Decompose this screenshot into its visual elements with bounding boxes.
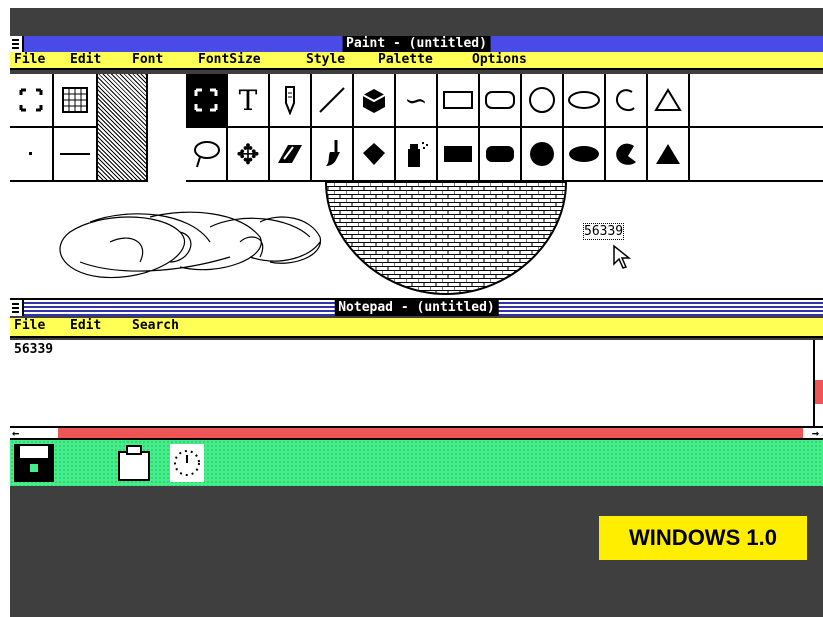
notepad-titlebar[interactable]: Notepad - (untitled)	[10, 300, 823, 316]
filled-polygon-icon[interactable]	[648, 128, 690, 182]
paint-system-menu-icon[interactable]	[10, 36, 24, 52]
line-width-icon[interactable]	[54, 128, 98, 182]
brush-icon[interactable]	[312, 128, 354, 182]
paint-menu-fontsize[interactable]: FontSize	[198, 52, 261, 68]
notepad-menu-search[interactable]: Search	[132, 318, 179, 334]
eraser-icon[interactable]	[270, 128, 312, 182]
canvas-text: 56339	[582, 223, 625, 240]
selection-icon[interactable]	[186, 74, 228, 128]
fill-icon[interactable]	[354, 128, 396, 182]
windows-version-badge: WINDOWS 1.0	[599, 516, 807, 560]
freeform-icon[interactable]	[606, 74, 648, 128]
rectangle-icon[interactable]	[438, 74, 480, 128]
lasso-icon[interactable]	[186, 128, 228, 182]
toolbox-empty-cell	[690, 74, 823, 128]
paint-toolbox: T ∽ ✥	[10, 74, 823, 182]
paint-menu-options[interactable]: Options	[472, 52, 527, 68]
filled-rounded-rect-icon[interactable]	[480, 128, 522, 182]
notepad-menu-file[interactable]: File	[14, 318, 45, 334]
paint-title: Paint - (untitled)	[342, 36, 491, 52]
paint-menu-file[interactable]: File	[14, 52, 45, 68]
paint-menu-palette[interactable]: Palette	[378, 52, 433, 68]
desktop: Paint - (untitled) File Edit Font FontSi…	[10, 8, 823, 617]
move-icon[interactable]: ✥	[228, 128, 270, 182]
notepad-content: 56339	[14, 342, 54, 357]
scroll-left-arrow-icon[interactable]: ←	[12, 426, 19, 440]
rounded-rect-icon[interactable]	[480, 74, 522, 128]
ellipse-icon[interactable]	[564, 74, 606, 128]
curve-icon[interactable]: ∽	[396, 74, 438, 128]
clock-icon[interactable]	[170, 444, 204, 482]
horizontal-scroll-track[interactable]	[58, 428, 803, 438]
paint-menubar: File Edit Font FontSize Style Palette Op…	[10, 52, 823, 70]
icon-area	[10, 440, 823, 486]
vertical-scroll-track[interactable]	[815, 380, 823, 404]
clipboard-icon[interactable]	[116, 444, 152, 482]
dotted-selection-icon[interactable]	[10, 74, 54, 128]
line-icon[interactable]	[312, 74, 354, 128]
notepad-horizontal-scrollbar[interactable]: ← →	[10, 426, 823, 440]
paint-menu-style[interactable]: Style	[306, 52, 345, 68]
filled-freeform-icon[interactable]	[606, 128, 648, 182]
text-icon[interactable]: T	[228, 74, 270, 128]
cube-icon[interactable]	[354, 74, 396, 128]
paint-menu-edit[interactable]: Edit	[70, 52, 101, 68]
notepad-menu-edit[interactable]: Edit	[70, 318, 101, 334]
notepad-text-area[interactable]: 56339	[10, 340, 815, 426]
filled-ellipse-icon[interactable]	[564, 128, 606, 182]
pattern-swatch-icon[interactable]	[54, 74, 98, 128]
notepad-system-menu-icon[interactable]	[10, 300, 24, 316]
disk-icon[interactable]	[14, 444, 54, 482]
notepad-vertical-scrollbar[interactable]	[813, 340, 823, 426]
notepad-menubar: File Edit Search	[10, 318, 823, 338]
circle-icon[interactable]	[522, 74, 564, 128]
paint-menu-font[interactable]: Font	[132, 52, 163, 68]
toolbox-empty-cell	[690, 128, 823, 182]
dot-width-icon[interactable]	[10, 128, 54, 182]
scroll-right-arrow-icon[interactable]: →	[812, 426, 819, 440]
spraycan-icon[interactable]	[396, 128, 438, 182]
polygon-icon[interactable]	[648, 74, 690, 128]
filled-circle-icon[interactable]	[522, 128, 564, 182]
pencil-icon[interactable]	[270, 74, 312, 128]
paint-titlebar[interactable]: Paint - (untitled)	[10, 36, 823, 52]
current-pattern-swatch[interactable]	[98, 74, 148, 182]
notepad-title: Notepad - (untitled)	[334, 300, 499, 316]
filled-rectangle-icon[interactable]	[438, 128, 480, 182]
paint-canvas[interactable]: 56339	[10, 182, 823, 300]
